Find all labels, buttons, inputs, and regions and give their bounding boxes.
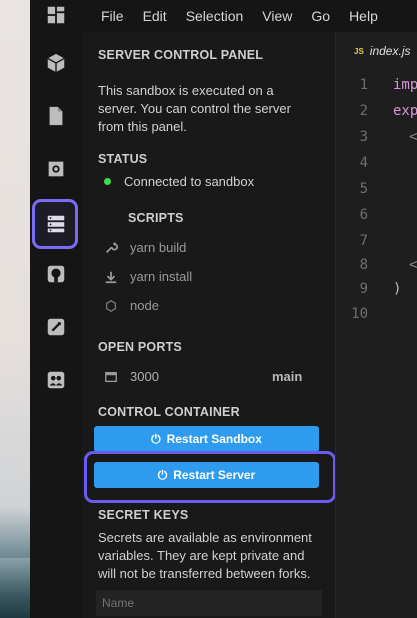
file-icon[interactable] bbox=[30, 96, 82, 136]
code-line: ) bbox=[393, 281, 402, 297]
panel-description-line-1: This sandbox is executed on a bbox=[98, 83, 274, 98]
power-icon: ⏻ bbox=[151, 431, 161, 446]
rocket-icon[interactable] bbox=[30, 307, 82, 347]
line-number: 8 bbox=[359, 257, 368, 273]
line-number: 9 bbox=[359, 281, 368, 297]
control-container-title: CONTROL CONTAINER bbox=[98, 405, 240, 419]
secret-name-input[interactable] bbox=[96, 590, 322, 616]
secret-text-line-1: Secrets are available as environment bbox=[98, 530, 312, 545]
script-node[interactable]: node bbox=[104, 298, 159, 313]
open-ports-title: OPEN PORTS bbox=[98, 340, 182, 354]
script-label: yarn build bbox=[130, 240, 187, 255]
menu-bar: File Edit Selection View Go Help bbox=[82, 0, 417, 32]
js-file-icon: JS bbox=[354, 46, 364, 56]
line-number: 3 bbox=[359, 129, 368, 145]
status-dot-icon bbox=[104, 178, 111, 185]
code-line: < bbox=[409, 257, 417, 273]
line-number: 6 bbox=[359, 207, 368, 223]
users-icon[interactable] bbox=[30, 360, 82, 400]
code-editor[interactable] bbox=[335, 32, 417, 618]
script-label: node bbox=[130, 298, 159, 313]
menu-go[interactable]: Go bbox=[311, 8, 330, 24]
status-text: Connected to sandbox bbox=[124, 174, 255, 189]
restart-server-highlight bbox=[84, 451, 336, 503]
line-number: 1 bbox=[359, 77, 368, 93]
download-icon bbox=[105, 271, 117, 283]
restart-sandbox-label: Restart Sandbox bbox=[166, 432, 262, 446]
script-label: yarn install bbox=[130, 269, 193, 284]
code-line: < bbox=[409, 129, 417, 145]
status-row: Connected to sandbox bbox=[104, 174, 254, 189]
secret-text-line-3: will not be transferred between forks. bbox=[98, 566, 311, 581]
script-yarn-install[interactable]: yarn install bbox=[104, 269, 192, 284]
panel-description-line-2: server. You can control the server bbox=[98, 101, 291, 116]
menu-view[interactable]: View bbox=[262, 8, 292, 24]
port-row[interactable]: 3000 bbox=[104, 369, 159, 384]
line-number: 10 bbox=[351, 306, 368, 322]
tab-index-js[interactable]: JS index.js bbox=[354, 44, 410, 58]
line-number: 7 bbox=[359, 233, 368, 249]
menu-edit[interactable]: Edit bbox=[143, 8, 167, 24]
box-icon[interactable] bbox=[30, 43, 82, 83]
github-icon[interactable] bbox=[30, 254, 82, 294]
line-number: 5 bbox=[359, 181, 368, 197]
wrench-icon bbox=[106, 241, 118, 253]
status-title: STATUS bbox=[98, 152, 148, 166]
panel-title: SERVER CONTROL PANEL bbox=[98, 48, 264, 62]
scripts-title: SCRIPTS bbox=[128, 211, 184, 225]
tab-label: index.js bbox=[369, 44, 411, 58]
node-icon bbox=[105, 299, 117, 312]
secret-text-line-2: variables. They are kept private and bbox=[98, 548, 305, 563]
port-number: 3000 bbox=[130, 369, 159, 384]
window-icon bbox=[105, 371, 117, 382]
line-number: 4 bbox=[359, 155, 368, 171]
code-line: exp bbox=[393, 103, 417, 119]
background-sea bbox=[0, 558, 30, 618]
code-line: imp bbox=[393, 77, 417, 93]
menu-help[interactable]: Help bbox=[349, 8, 378, 24]
menu-file[interactable]: File bbox=[101, 8, 124, 24]
server-tab-highlight bbox=[32, 199, 78, 249]
menu-selection[interactable]: Selection bbox=[186, 8, 244, 24]
secret-keys-title: SECRET KEYS bbox=[98, 508, 189, 522]
gear-icon[interactable] bbox=[30, 149, 82, 189]
activity-bar bbox=[30, 0, 82, 618]
port-label: main bbox=[272, 369, 303, 384]
background-photo bbox=[0, 0, 30, 618]
dashboard-icon[interactable] bbox=[30, 0, 82, 35]
restart-sandbox-button[interactable]: ⏻ Restart Sandbox bbox=[94, 426, 319, 452]
line-number: 2 bbox=[359, 103, 368, 119]
server-control-panel: SERVER CONTROL PANEL This sandbox is exe… bbox=[82, 32, 335, 618]
panel-description-line-3: from this panel. bbox=[98, 119, 187, 134]
script-yarn-build[interactable]: yarn build bbox=[104, 240, 186, 255]
